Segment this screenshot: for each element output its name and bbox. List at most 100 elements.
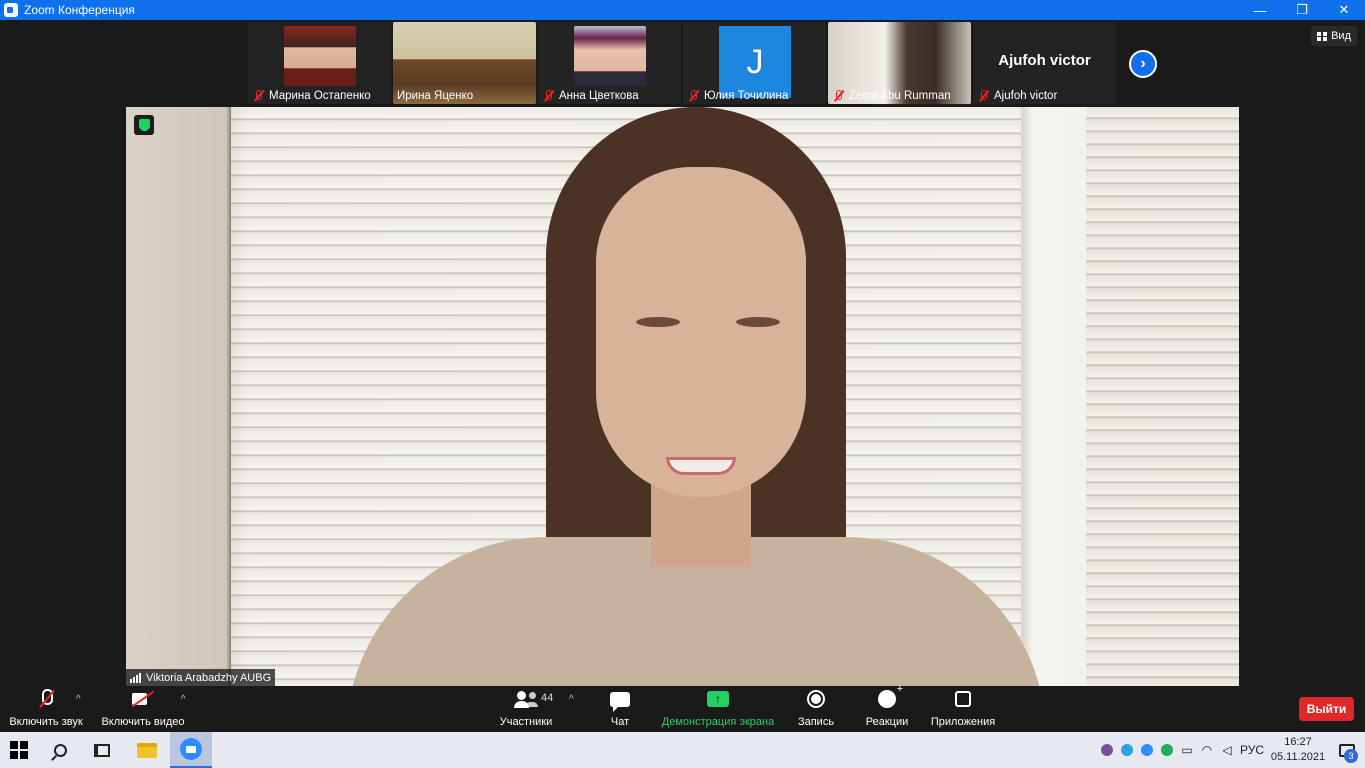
apps-icon <box>955 691 971 707</box>
share-screen-button[interactable]: ↑ Демонстрация экрана <box>660 686 776 732</box>
participant-name-label: Ajufoh victor <box>977 87 1112 104</box>
participant-tile[interactable]: Zeina Abu Rumman <box>828 22 971 104</box>
speaker-face <box>596 167 806 497</box>
video-options-caret[interactable]: ^ <box>181 694 186 705</box>
chevron-right-icon[interactable]: › <box>1129 50 1157 78</box>
shield-check-icon[interactable] <box>134 115 154 135</box>
speaker-figure <box>346 107 1046 686</box>
participant-tile[interactable]: Анна Цветкова <box>538 22 681 104</box>
window-controls: — ❐ ✕ <box>1239 0 1365 20</box>
input-language[interactable]: РУС <box>1237 732 1267 768</box>
task-view-icon <box>94 743 110 757</box>
mic-muted-icon <box>542 89 554 102</box>
participant-name-label: Zeina Abu Rumman <box>832 87 967 104</box>
reactions-button[interactable]: Реакции <box>862 683 912 732</box>
mic-muted-icon <box>687 89 699 102</box>
clock-time: 16:27 <box>1284 736 1312 748</box>
participant-name: Ajufoh victor <box>994 89 1058 102</box>
speaker-name-label: Viktoria Arabadzhy AUBG <box>126 669 276 686</box>
participant-display-name: Ajufoh victor <box>998 52 1091 69</box>
wifi-icon[interactable]: ◠ <box>1197 732 1217 768</box>
speaker-name: Viktoria Arabadzhy AUBG <box>146 671 272 684</box>
start-video-button[interactable]: Включить видео <box>100 686 186 732</box>
viber-tray-icon[interactable] <box>1097 732 1117 768</box>
window-titlebar: Zoom Конференция — ❐ ✕ <box>0 0 1365 20</box>
mic-muted-icon <box>832 89 844 102</box>
zoom-taskbar-button[interactable] <box>170 732 212 768</box>
participant-name-label: Марина Остапенко <box>252 87 387 104</box>
speaker-mouth <box>666 457 736 475</box>
signal-strength-icon <box>130 672 141 683</box>
taskbar-clock[interactable]: 16:27 05.11.2021 <box>1267 735 1329 765</box>
meeting-stage: Марина Остапенко Ирина Яценко Анна Цветк… <box>0 20 1365 686</box>
participants-icon <box>514 691 538 708</box>
mic-muted-icon <box>977 89 989 102</box>
start-button[interactable] <box>0 732 38 768</box>
participant-tile[interactable]: Ajufoh victor Ajufoh victor <box>973 22 1116 104</box>
leave-meeting-button[interactable]: Выйти <box>1299 697 1354 721</box>
notification-count-badge: 3 <box>1344 749 1358 763</box>
audio-options-caret[interactable]: ^ <box>76 694 81 705</box>
background-blinds-right <box>1086 107 1239 686</box>
share-screen-icon: ↑ <box>707 691 729 707</box>
video-off-icon <box>132 692 154 706</box>
participant-name: Ирина Яценко <box>397 89 474 102</box>
clock-date: 05.11.2021 <box>1270 751 1326 763</box>
notification-center-button[interactable]: 3 <box>1329 732 1365 768</box>
participant-name-label: Юлия Точилина <box>687 87 822 104</box>
start-video-label: Включить видео <box>101 716 185 728</box>
apps-label: Приложения <box>930 716 996 728</box>
folder-icon <box>137 742 157 758</box>
reaction-smiley-icon <box>878 683 903 708</box>
participant-tile[interactable]: Ирина Яценко <box>393 22 536 104</box>
share-screen-label: Демонстрация экрана <box>661 716 775 728</box>
close-button[interactable]: ✕ <box>1323 0 1365 20</box>
minimize-button[interactable]: — <box>1239 0 1281 20</box>
active-speaker-video[interactable]: Viktoria Arabadzhy AUBG <box>126 107 1239 686</box>
participants-label: Участники <box>499 716 553 728</box>
windows-logo-icon <box>10 741 28 759</box>
view-button[interactable]: Вид <box>1311 26 1357 46</box>
participant-name: Zeina Abu Rumman <box>849 89 951 102</box>
security-shield-tray-icon[interactable] <box>1157 732 1177 768</box>
participants-count: 44 <box>541 692 554 704</box>
chat-label: Чат <box>610 716 630 728</box>
maximize-button[interactable]: ❐ <box>1281 0 1323 20</box>
telegram-tray-icon[interactable] <box>1117 732 1137 768</box>
window-title: Zoom Конференция <box>24 3 135 17</box>
search-icon <box>53 743 67 757</box>
participant-name-label: Ирина Яценко <box>397 87 532 104</box>
record-label: Запись <box>797 716 835 728</box>
participant-name: Марина Остапенко <box>269 89 371 102</box>
apps-button[interactable]: Приложения <box>928 686 998 732</box>
speaker-eye-right <box>736 317 780 327</box>
participant-name: Анна Цветкова <box>559 89 639 102</box>
participant-name-label: Анна Цветкова <box>542 87 677 104</box>
record-button[interactable]: Запись <box>794 686 838 732</box>
chat-button[interactable]: Чат <box>600 686 640 732</box>
zoom-app-icon <box>4 3 18 17</box>
participant-name: Юлия Точилина <box>704 89 789 102</box>
participant-tile[interactable]: J Юлия Точилина <box>683 22 826 104</box>
volume-icon[interactable]: ◁ <box>1217 732 1237 768</box>
task-view-button[interactable] <box>82 732 122 768</box>
grid-view-icon <box>1317 31 1328 41</box>
zoom-icon <box>180 738 202 760</box>
system-tray: ▭ ◠ ◁ РУС 16:27 05.11.2021 3 <box>1097 732 1365 768</box>
unmute-label: Включить звук <box>9 716 83 728</box>
meeting-toolbar: Включить звук ^ Включить видео ^ Участни… <box>0 683 1365 732</box>
mic-muted-icon <box>38 689 54 709</box>
battery-icon[interactable]: ▭ <box>1177 732 1197 768</box>
taskbar-search-button[interactable] <box>40 732 80 768</box>
view-button-label: Вид <box>1331 30 1351 42</box>
chat-icon <box>610 691 630 712</box>
participant-tile[interactable]: Марина Остапенко <box>248 22 391 104</box>
participants-options-caret[interactable]: ^ <box>569 694 574 705</box>
zoom-tray-icon[interactable] <box>1137 732 1157 768</box>
file-explorer-taskbar-button[interactable] <box>126 732 168 768</box>
record-icon <box>807 690 825 708</box>
participant-video <box>574 26 646 86</box>
unmute-button[interactable]: Включить звук <box>8 686 84 732</box>
windows-taskbar: ▭ ◠ ◁ РУС 16:27 05.11.2021 3 <box>0 732 1365 768</box>
gallery-strip: Марина Остапенко Ирина Яценко Анна Цветк… <box>248 22 1116 106</box>
